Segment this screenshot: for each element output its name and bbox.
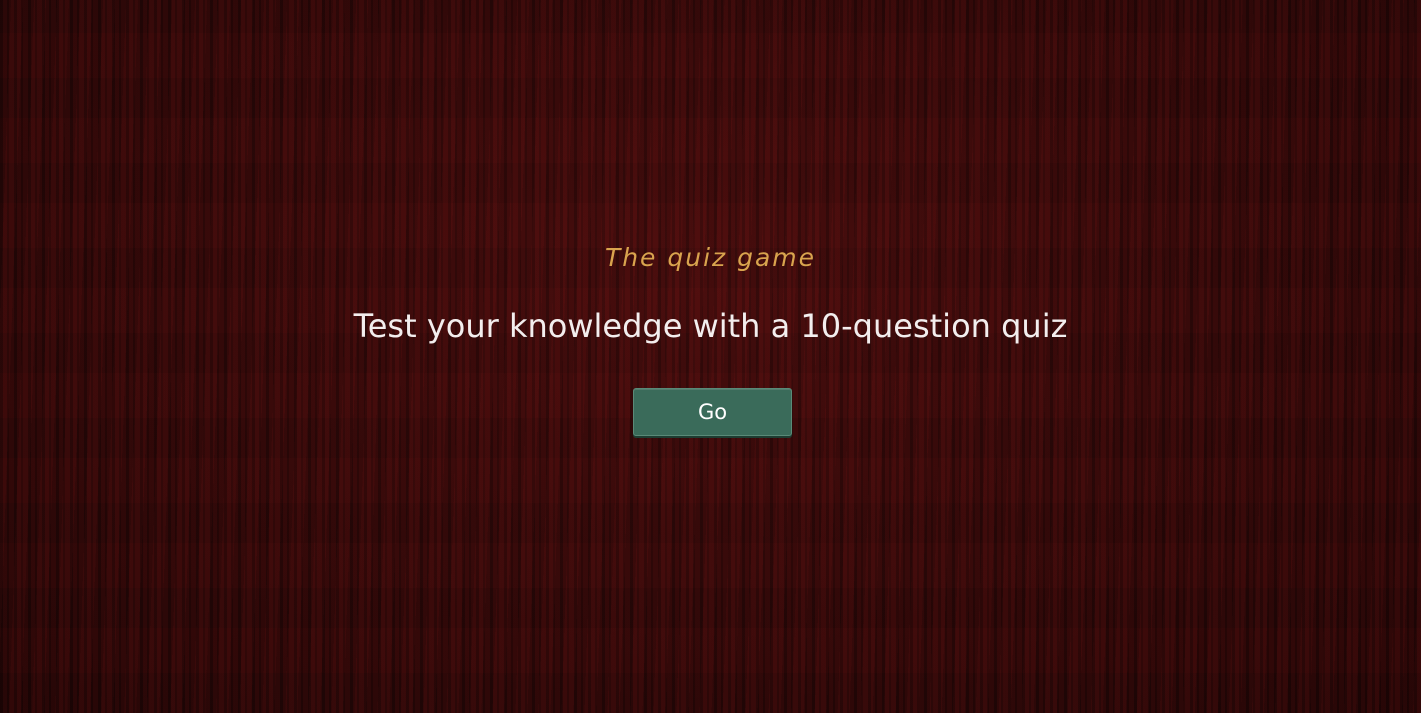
page-title: Test your knowledge with a 10-question q…: [353, 307, 1068, 345]
intro-screen: The quiz game Test your knowledge with a…: [0, 0, 1421, 713]
game-subtitle: The quiz game: [604, 243, 817, 272]
go-button[interactable]: Go: [633, 388, 792, 436]
